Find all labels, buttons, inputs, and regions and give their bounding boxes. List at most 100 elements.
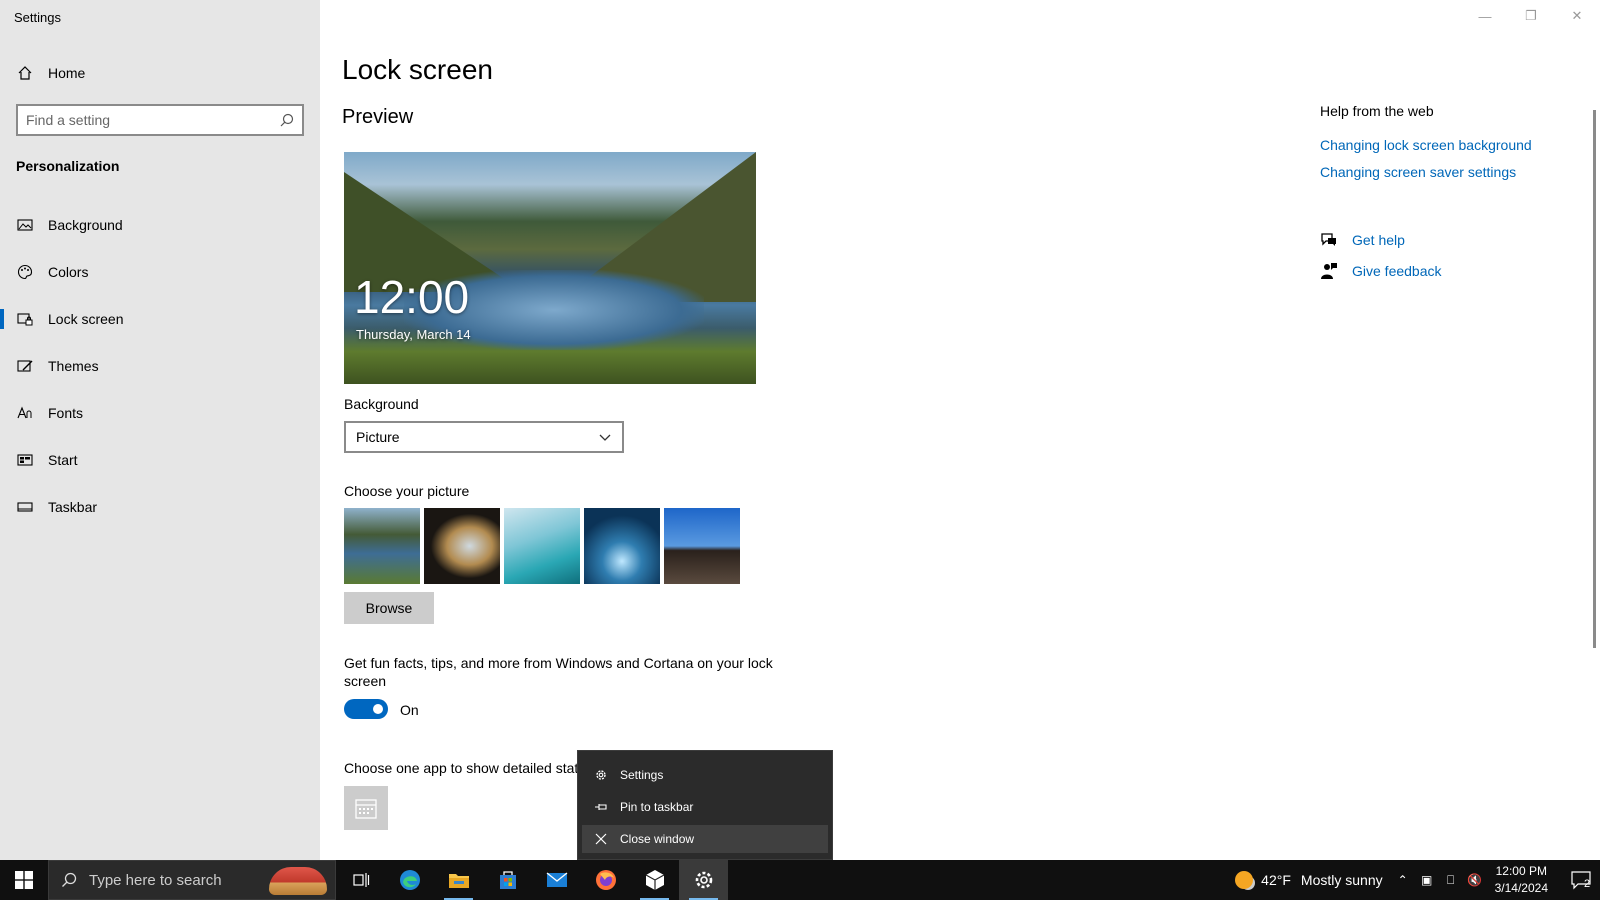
preview-time: 12:00 — [354, 271, 470, 323]
sidebar-item-label: Fonts — [48, 405, 84, 421]
browse-button[interactable]: Browse — [344, 592, 434, 624]
lock-screen-preview: 12:00 Thursday, March 14 — [344, 152, 756, 384]
font-icon — [17, 406, 32, 419]
sidebar-item-label: Start — [48, 452, 78, 468]
show-hidden-icons-button[interactable]: ⌃ — [1391, 860, 1415, 900]
minimize-icon: — — [1478, 8, 1492, 24]
taskbar-context-menu: Settings Pin to taskbar Close window — [577, 750, 833, 860]
sidebar-item-label: Background — [48, 217, 123, 233]
taskbar-icon — [17, 502, 33, 512]
palette-icon — [17, 264, 33, 280]
chevron-down-icon — [599, 434, 611, 441]
weather-desc: Mostly sunny — [1300, 872, 1383, 888]
search-box[interactable] — [16, 104, 304, 136]
toggle-state-label: On — [400, 702, 419, 718]
help-heading: Help from the web — [1320, 103, 1434, 119]
pin-icon — [595, 804, 607, 810]
notification-count: 2 — [1583, 878, 1591, 890]
give-feedback-link[interactable]: Give feedback — [1320, 262, 1442, 280]
get-help-label: Get help — [1352, 232, 1405, 248]
preview-date: Thursday, March 14 — [356, 327, 471, 342]
picture-thumbnail[interactable] — [584, 508, 660, 584]
firefox-button[interactable] — [581, 860, 630, 900]
weather-icon — [1235, 871, 1254, 889]
sidebar-item-label: Taskbar — [48, 499, 98, 515]
sidebar-item-start[interactable]: Start — [0, 443, 320, 477]
edge-icon — [399, 870, 420, 890]
store-icon — [499, 871, 516, 889]
store-button[interactable] — [483, 860, 532, 900]
picture-thumbnail[interactable] — [504, 508, 580, 584]
close-button[interactable]: ✕ — [1554, 0, 1600, 32]
taskbar: Type here to search 42°F Mostly sunny ⌃ … — [0, 860, 1600, 900]
picture-thumbnail[interactable] — [664, 508, 740, 584]
sidebar-item-label: Colors — [48, 264, 89, 280]
scrollbar[interactable] — [1593, 110, 1596, 648]
search-highlight-image — [269, 867, 327, 895]
detailed-status-label: Choose one app to show detailed stat — [344, 760, 579, 776]
sidebar-item-fonts[interactable]: Fonts — [0, 396, 320, 430]
network-button[interactable]: ⎕ — [1439, 860, 1463, 900]
folder-icon — [448, 874, 469, 888]
context-menu-label: Close window — [620, 832, 695, 846]
task-view-icon — [352, 873, 369, 887]
detailed-status-app-button[interactable] — [344, 786, 388, 830]
help-link-screen-saver[interactable]: Changing screen saver settings — [1320, 164, 1516, 180]
app-title: Settings — [14, 10, 61, 25]
main-content: — ❐ ✕ Lock screen Preview 12:00 Thursday… — [320, 0, 1600, 860]
context-menu-settings[interactable]: Settings — [582, 761, 828, 789]
network-icon: ⎕ — [1447, 872, 1455, 887]
sidebar-item-background[interactable]: Background — [0, 208, 320, 242]
brush-icon — [17, 360, 33, 372]
picture-thumbnails — [344, 508, 740, 584]
notification-center-button[interactable]: 2 — [1560, 860, 1600, 900]
picture-thumbnail[interactable] — [344, 508, 420, 584]
volume-button[interactable]: 🔇 — [1463, 860, 1487, 900]
context-menu-label: Settings — [620, 768, 664, 782]
tips-description: Get fun facts, tips, and more from Windo… — [344, 655, 773, 689]
search-input[interactable] — [26, 112, 280, 128]
weather-widget[interactable]: 42°F Mostly sunny — [1235, 871, 1383, 889]
window-controls: — ❐ ✕ — [1462, 0, 1600, 32]
context-menu-close-window[interactable]: Close window — [582, 825, 828, 853]
sidebar-item-colors[interactable]: Colors — [0, 255, 320, 289]
clock[interactable]: 12:00 PM 3/14/2024 — [1495, 863, 1548, 897]
page-title: Lock screen — [342, 54, 493, 85]
volume-muted-icon: 🔇 — [1467, 873, 1483, 887]
edge-button[interactable] — [385, 860, 434, 900]
file-explorer-button[interactable] — [434, 860, 483, 900]
lock-screen-icon — [17, 313, 33, 326]
help-link-lock-screen-background[interactable]: Changing lock screen background — [1320, 137, 1532, 153]
home-label: Home — [48, 65, 86, 81]
picture-thumbnail[interactable] — [424, 508, 500, 584]
get-help-link[interactable]: Get help — [1320, 231, 1405, 249]
gear-icon — [596, 770, 606, 780]
taskbar-search-box[interactable]: Type here to search — [48, 860, 336, 900]
meet-now-button[interactable]: ▣ — [1415, 860, 1439, 900]
tips-toggle[interactable] — [344, 699, 388, 719]
calendar-icon — [355, 799, 377, 819]
sidebar-item-lock-screen[interactable]: Lock screen — [0, 302, 320, 336]
system-tray: 42°F Mostly sunny ⌃ ▣ ⎕ 🔇 12:00 PM 3/14/… — [1235, 860, 1600, 900]
picture-icon — [17, 219, 33, 231]
search-icon[interactable] — [280, 113, 294, 127]
sidebar-item-taskbar[interactable]: Taskbar — [0, 490, 320, 524]
gear-icon — [695, 871, 712, 889]
context-menu-pin-to-taskbar[interactable]: Pin to taskbar — [582, 793, 828, 821]
background-dropdown[interactable]: Picture — [344, 421, 624, 453]
sidebar-item-label: Themes — [48, 358, 99, 374]
home-nav-item[interactable]: Home — [0, 58, 320, 88]
search-icon — [62, 872, 77, 887]
mail-button[interactable] — [532, 860, 581, 900]
minimize-button[interactable]: — — [1462, 0, 1508, 32]
settings-taskbar-button[interactable] — [679, 860, 728, 900]
task-view-button[interactable] — [336, 860, 385, 900]
package-app-button[interactable] — [630, 860, 679, 900]
context-menu-label: Pin to taskbar — [620, 800, 694, 814]
restore-button[interactable]: ❐ — [1508, 0, 1554, 32]
close-icon — [595, 833, 607, 845]
sidebar-item-themes[interactable]: Themes — [0, 349, 320, 383]
start-button[interactable] — [0, 860, 48, 900]
chevron-up-icon: ⌃ — [1397, 873, 1408, 887]
background-label: Background — [344, 396, 419, 412]
